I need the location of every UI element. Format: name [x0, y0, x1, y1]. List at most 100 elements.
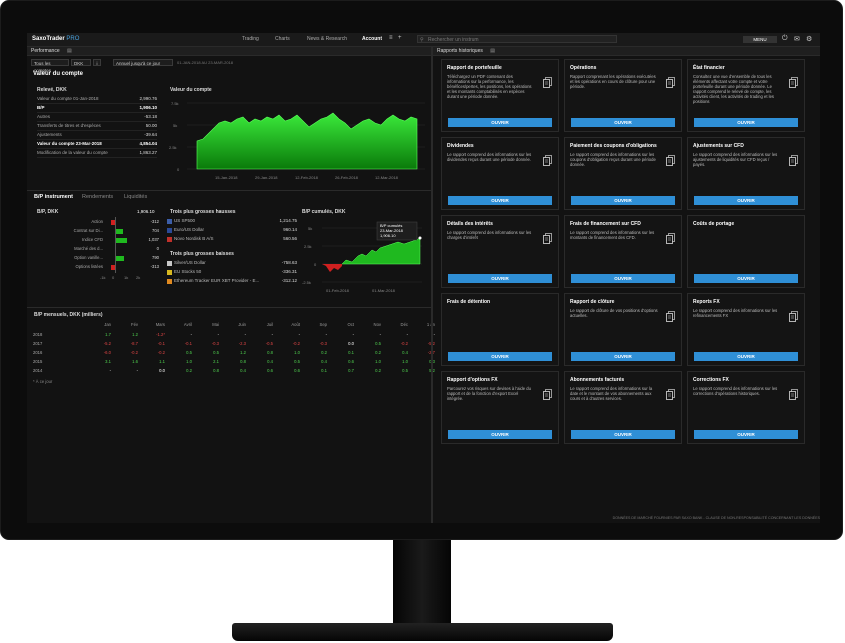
report-description: Le rapport comprend des informations sur…: [570, 230, 655, 240]
statement-label: Autres: [37, 114, 51, 119]
open-report-button[interactable]: OUVRIR: [571, 118, 675, 127]
bp-bar[interactable]: [115, 229, 124, 234]
zero-line: [115, 217, 116, 273]
open-report-button[interactable]: OUVRIR: [694, 118, 798, 127]
monthly-cell: 1.6: [132, 359, 138, 364]
monthly-cell: -: [190, 332, 192, 337]
document-icon: [789, 311, 798, 322]
tab-account[interactable]: Account: [362, 36, 382, 42]
bp-label: Action: [91, 219, 103, 224]
monthly-cell: 0.4: [267, 359, 273, 364]
report-description: Rapport comprenant les opérations exécut…: [570, 74, 656, 89]
statement-row: Valeur du compte 01-Jan-2018 2,990.76: [37, 95, 157, 104]
open-report-button[interactable]: OUVRIR: [571, 274, 675, 283]
gainers-row[interactable]: Novo Nordisk B A/S 560.56: [167, 235, 297, 243]
instrument-icon: [167, 218, 172, 224]
statement-title: Relevé, DKK: [37, 87, 67, 93]
open-report-button[interactable]: OUVRIR: [448, 430, 552, 439]
monthly-cell: 0.5: [186, 350, 192, 355]
menu-button[interactable]: MENU: [743, 36, 777, 43]
open-report-button[interactable]: OUVRIR: [694, 274, 798, 283]
monthly-cell: -: [217, 332, 219, 337]
open-report-button[interactable]: OUVRIR: [448, 352, 552, 361]
report-title: Reports FX: [693, 299, 720, 305]
panel-menu-icon[interactable]: ▤: [67, 48, 72, 54]
monthly-cell: 2.1: [213, 359, 219, 364]
report-description: Le rapport comprend des informations sur…: [570, 386, 653, 401]
cumulative-marker: [418, 236, 422, 240]
losers-row[interactable]: EU Stocks 50 -336.31: [167, 268, 297, 276]
tab-trading[interactable]: Trading: [242, 36, 259, 42]
document-icon: [789, 389, 798, 400]
open-report-button[interactable]: OUVRIR: [571, 196, 675, 205]
add-tab-icon[interactable]: +: [398, 35, 402, 41]
monthly-cell: -2.3: [238, 341, 246, 346]
losers-row[interactable]: Ethereum Tracker EUR XBT Provider - E...…: [167, 277, 297, 285]
gainers-row[interactable]: Euro/US Dollar 960.14: [167, 226, 297, 234]
power-icon[interactable]: ⏻: [782, 35, 788, 43]
report-description: Téléchargez un PDF contenant des informa…: [447, 74, 532, 99]
tab-charts[interactable]: Charts: [275, 36, 290, 42]
tab-liquidites[interactable]: Liquidités: [124, 194, 147, 200]
statement-value: -53.18: [144, 114, 157, 119]
gainers-row[interactable]: US SP500 1,214.75: [167, 217, 297, 225]
monthly-cell: -0.5: [265, 341, 273, 346]
search-input[interactable]: ⚲ Rechercher un instrum: [417, 35, 617, 43]
currency-select[interactable]: DKK: [71, 59, 91, 66]
report-title: Détails des intérêts: [447, 221, 493, 227]
gear-icon[interactable]: ⚙: [806, 35, 812, 43]
tab-rendements[interactable]: Rendements: [82, 194, 113, 200]
open-report-button[interactable]: OUVRIR: [694, 430, 798, 439]
y-tick: 2.5k: [304, 244, 312, 249]
bp-bar[interactable]: [115, 238, 128, 243]
year-label: 2016: [33, 350, 43, 355]
section-divider: [27, 190, 431, 191]
tab-bp-instrument[interactable]: B/P instrument: [34, 194, 73, 200]
statement-row: Transferts de titres et d'espèces 50.00: [37, 122, 157, 131]
monthly-cell: 0.2: [375, 350, 381, 355]
gainers-title: Trois plus grosses hausses: [170, 209, 236, 215]
losers-row[interactable]: Silver/US Dollar -758.63: [167, 259, 297, 267]
statement-value: 2,990.76: [139, 96, 157, 101]
date-range: 01-JAN-2018 AU 23-MAR-2018: [177, 60, 234, 65]
monthly-cell: 0.8: [213, 368, 219, 373]
statement-row: Ajustements -39.64: [37, 131, 157, 140]
monthly-cell: -: [406, 332, 408, 337]
report-description: Le rapport comprend des informations sur…: [447, 152, 532, 162]
y-tick: 2.5k: [169, 145, 177, 150]
report-card: Frais de détention OUVRIR: [441, 293, 559, 366]
x-tick: 12-Feb-2018: [295, 175, 319, 180]
open-report-button[interactable]: OUVRIR: [448, 118, 552, 127]
bp-value: 704: [152, 228, 159, 233]
statement-row: Valeur du compte 23-Mar-2018 4,854.04: [37, 140, 157, 149]
period-select[interactable]: Annuel jusqu'à ce jour: [113, 59, 173, 66]
tab-list-icon[interactable]: ≡: [389, 35, 393, 41]
footer-disclaimer[interactable]: DONNÉES DE MARCHÉ FOURNIES PAR SAXO BANK…: [433, 516, 820, 520]
x-tick: 0: [112, 275, 115, 280]
mail-icon[interactable]: ✉: [794, 35, 800, 43]
open-report-button[interactable]: OUVRIR: [571, 352, 675, 361]
report-title: Rapport de portefeuille: [447, 65, 502, 71]
open-report-button[interactable]: OUVRIR: [448, 196, 552, 205]
cumulative-negative-area: [322, 264, 342, 272]
instrument-icon: [167, 260, 172, 266]
monitor-stand-base: [232, 623, 613, 641]
accounts-select[interactable]: Tous les comptes: [31, 59, 69, 73]
bp-bar[interactable]: [115, 256, 125, 261]
bp-label: Option vanille...: [74, 255, 103, 260]
open-report-button[interactable]: OUVRIR: [448, 274, 552, 283]
monthly-cell: 0.5: [402, 368, 408, 373]
report-description: Le rapport comprend des informations sur…: [447, 230, 532, 240]
info-icon[interactable]: i: [93, 59, 101, 66]
open-report-button[interactable]: OUVRIR: [694, 352, 798, 361]
monthly-cell: 0.5: [294, 359, 300, 364]
reports-grid: Rapport de portefeuille Téléchargez un PD…: [433, 47, 820, 523]
report-card: Corrections FX Le rapport comprend des in…: [687, 371, 805, 444]
statement-row: Modification de la valeur du compte 1,863…: [37, 149, 157, 158]
open-report-button[interactable]: OUVRIR: [694, 196, 798, 205]
tab-news-research[interactable]: News & Research: [307, 36, 347, 42]
open-report-button[interactable]: OUVRIR: [571, 430, 675, 439]
year-label: 2018: [33, 332, 43, 337]
bp-total: 1,906.10: [137, 209, 155, 214]
y-tick: 0: [177, 167, 180, 172]
